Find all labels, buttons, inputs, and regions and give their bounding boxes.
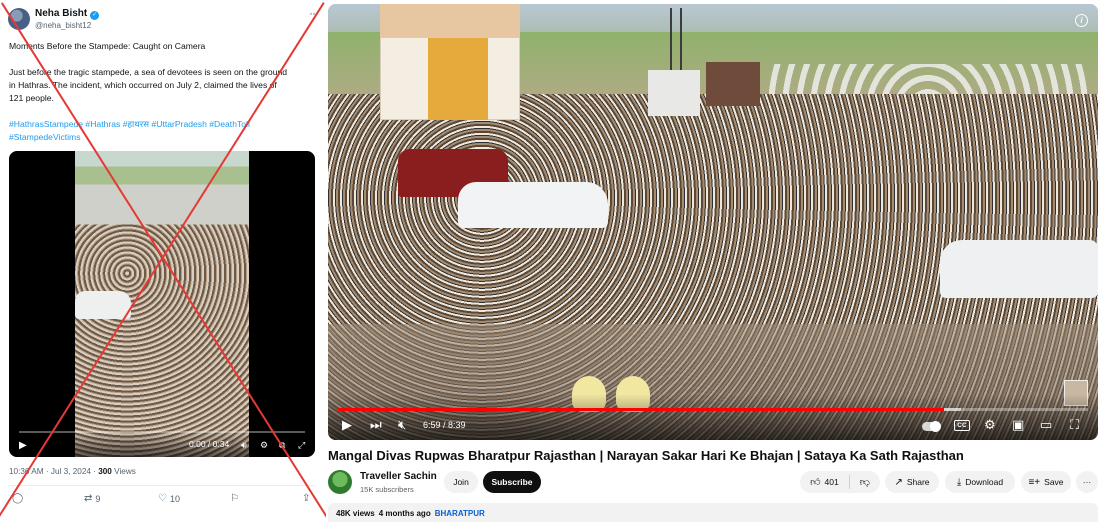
play-icon[interactable]: ▶ — [19, 440, 27, 451]
join-button[interactable]: Join — [444, 471, 478, 493]
video-controls-bar — [9, 431, 315, 457]
picture-in-picture-icon[interactable]: ⧉ — [279, 440, 285, 451]
retweet-count: 9 — [95, 493, 101, 504]
info-icon[interactable]: i — [1075, 14, 1088, 27]
captions-icon[interactable]: CC — [954, 420, 970, 431]
volume-icon[interactable]: 🔊︎ — [241, 440, 247, 451]
tweet-text-line: 121 people. — [9, 93, 54, 103]
scene-tower — [670, 8, 682, 70]
author-avatar[interactable] — [8, 8, 30, 30]
video-title: Mangal Divas Rupwas Bharatpur Rajasthan … — [328, 448, 964, 463]
join-label: Join — [453, 477, 469, 487]
more-dots-icon: ··· — [1082, 477, 1092, 487]
tweet-timestamp[interactable]: 10:36 AM · Jul 3, 2024 · — [9, 467, 98, 476]
divider — [9, 485, 315, 486]
tweet-hashtags[interactable]: #HathrasStampede #Hathras #हाथरस #UttarP… — [9, 118, 309, 143]
more-dots-icon[interactable]: ··· — [309, 6, 319, 20]
theater-mode-icon[interactable]: ▭ — [1040, 418, 1052, 432]
progress-played — [338, 408, 944, 411]
player-controls-gradient — [328, 394, 1098, 440]
save-button[interactable]: ≡+ Save — [1021, 471, 1071, 493]
subscribe-button[interactable]: Subscribe — [483, 471, 541, 493]
separator — [848, 475, 850, 489]
tweet-heading: Moments Before the Stampede: Caught on C… — [9, 41, 206, 51]
channel-avatar[interactable] — [328, 470, 352, 494]
description-meta: 48K views 4 months ago BHARATPUR — [336, 509, 489, 518]
view-count: 48K views — [336, 509, 375, 518]
share-icon: ↗ — [894, 476, 903, 488]
channel-subscribers: 15K subscribers — [360, 485, 414, 494]
thumbs-down-icon[interactable]: 👎︎ — [860, 476, 870, 488]
fullscreen-icon[interactable]: ⛶ — [1070, 418, 1079, 432]
tweet-panel: Neha Bisht ✓ @neha_bisht12 ··· Moments Be… — [0, 0, 326, 522]
next-icon[interactable]: ⏭ — [370, 418, 382, 432]
upload-age: 4 months ago — [378, 509, 431, 518]
retweet-icon: ⇄ — [84, 493, 93, 504]
hashtag-line[interactable]: #HathrasStampede #Hathras #हाथरस #UttarP… — [9, 118, 309, 131]
video-time: 0:00 / 0:34 — [189, 439, 230, 449]
share-button[interactable]: ⇪ — [302, 493, 310, 504]
scene-container — [648, 70, 700, 116]
subscribe-label: Subscribe — [491, 477, 533, 487]
mute-icon[interactable]: 🔇︎ — [398, 418, 406, 432]
share-button[interactable]: ↗ Share — [885, 471, 939, 493]
author-name[interactable]: Neha Bisht ✓ — [35, 8, 100, 20]
settings-icon[interactable]: ⚙ — [984, 418, 996, 432]
hashtag-line[interactable]: #StampedeVictims — [9, 131, 309, 144]
views-count: 300 — [98, 467, 112, 476]
verified-badge-icon: ✓ — [90, 11, 100, 20]
scene-white-car — [458, 182, 608, 228]
youtube-player[interactable]: i ▶ ⏭ 🔇︎ 6:59 / 8:39 CC ⚙ ▣ ▭ ⛶ — [328, 4, 1098, 440]
bookmark-button[interactable]: ⚐ — [230, 493, 239, 504]
like-button[interactable]: ♡ 10 — [158, 493, 180, 504]
video-progress-bar[interactable] — [19, 431, 305, 433]
download-button[interactable]: ⤓ Download — [945, 471, 1015, 493]
settings-icon[interactable]: ⚙ — [260, 440, 268, 451]
tweet-meta: 10:36 AM · Jul 3, 2024 · 300 Views — [9, 467, 136, 476]
reply-button[interactable]: ◯ — [12, 493, 23, 504]
download-icon: ⤓ — [956, 476, 962, 488]
autoplay-toggle[interactable] — [922, 421, 941, 432]
miniplayer-icon[interactable]: ▣ — [1012, 418, 1024, 432]
video-car — [75, 291, 131, 319]
retweet-button[interactable]: ⇄ 9 — [84, 493, 100, 504]
scene-gate-inner — [428, 38, 488, 120]
location-tag[interactable]: BHARATPUR — [435, 509, 485, 518]
reply-icon: ◯ — [12, 493, 24, 504]
like-count: 401 — [824, 477, 839, 487]
save-label: Save — [1044, 477, 1064, 487]
thumbs-up-icon[interactable]: 👍︎ — [810, 476, 820, 488]
scene-truck — [706, 62, 760, 106]
author-name-text[interactable]: Neha Bisht — [35, 8, 87, 19]
youtube-panel: i ▶ ⏭ 🔇︎ 6:59 / 8:39 CC ⚙ ▣ ▭ ⛶ Mangal D… — [328, 0, 1100, 522]
channel-name[interactable]: Traveller Sachin — [360, 471, 437, 482]
share-icon: ⇪ — [302, 493, 311, 504]
tweet-text-line: Just before the tragic stampede, a sea o… — [9, 67, 288, 77]
tweet-text-line: in Hathras. The incident, which occurred… — [9, 80, 277, 90]
bookmark-icon: ⚐ — [230, 493, 239, 504]
scene-gate-top — [380, 4, 520, 38]
scene-white-car — [940, 240, 1098, 298]
views-label: Views — [111, 467, 136, 476]
player-progress-bar[interactable] — [338, 408, 1088, 411]
like-count: 10 — [169, 493, 180, 504]
share-label: Share — [906, 477, 930, 487]
player-time: 6:59 / 8:39 — [423, 420, 466, 430]
heart-icon: ♡ — [158, 493, 167, 504]
more-actions-button[interactable]: ··· — [1076, 471, 1098, 493]
download-label: Download — [965, 477, 1004, 487]
play-icon[interactable]: ▶ — [342, 418, 352, 432]
author-handle[interactable]: @neha_bisht12 — [35, 21, 91, 30]
save-to-playlist-icon: ≡+ — [1028, 476, 1041, 488]
like-dislike-group[interactable]: 👍︎ 401 👎︎ — [800, 471, 880, 493]
tweet-video[interactable]: ▶ 0:00 / 0:34 🔊︎ ⚙ ⧉ ⤢ — [9, 151, 315, 457]
fullscreen-icon[interactable]: ⤢ — [298, 440, 305, 451]
